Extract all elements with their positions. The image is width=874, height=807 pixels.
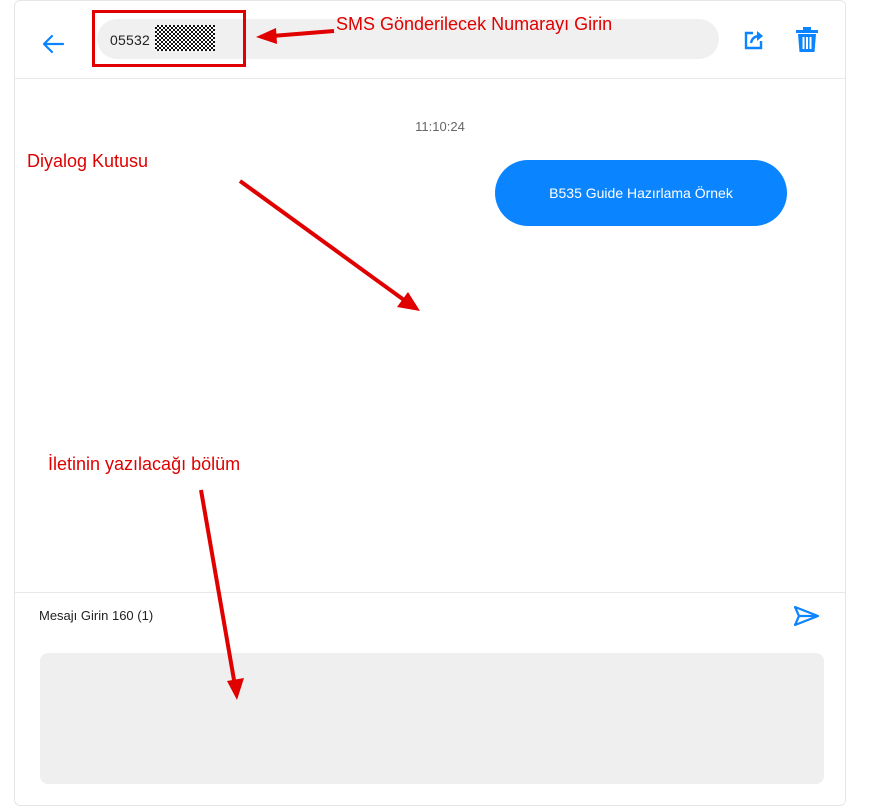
compose-annotation-text: İletinin yazılacağı bölüm	[48, 454, 241, 474]
share-icon	[744, 31, 763, 50]
character-counter: Mesajı Girin 160 (1)	[39, 608, 154, 623]
composer-divider	[15, 592, 845, 593]
send-button[interactable]	[791, 601, 821, 631]
arrow-left-icon	[42, 34, 65, 54]
phone-annotation-box	[92, 10, 246, 67]
number-annotation-text: SMS Gönderilecek Numarayı Girin	[336, 14, 613, 34]
back-button[interactable]	[39, 29, 69, 59]
trash-icon	[796, 27, 818, 52]
sms-panel: 05532 11:10:24 B535 Guide Hazırlama Örne…	[14, 0, 846, 806]
send-icon	[793, 605, 820, 627]
share-button[interactable]	[741, 27, 767, 53]
sent-message-bubble[interactable]: B535 Guide Hazırlama Örnek	[495, 160, 787, 226]
delete-button[interactable]	[795, 26, 819, 54]
dialog-annotation-text: Diyalog Kutusu	[27, 151, 149, 171]
message-timestamp: 11:10:24	[415, 119, 465, 134]
message-input[interactable]	[40, 653, 824, 784]
